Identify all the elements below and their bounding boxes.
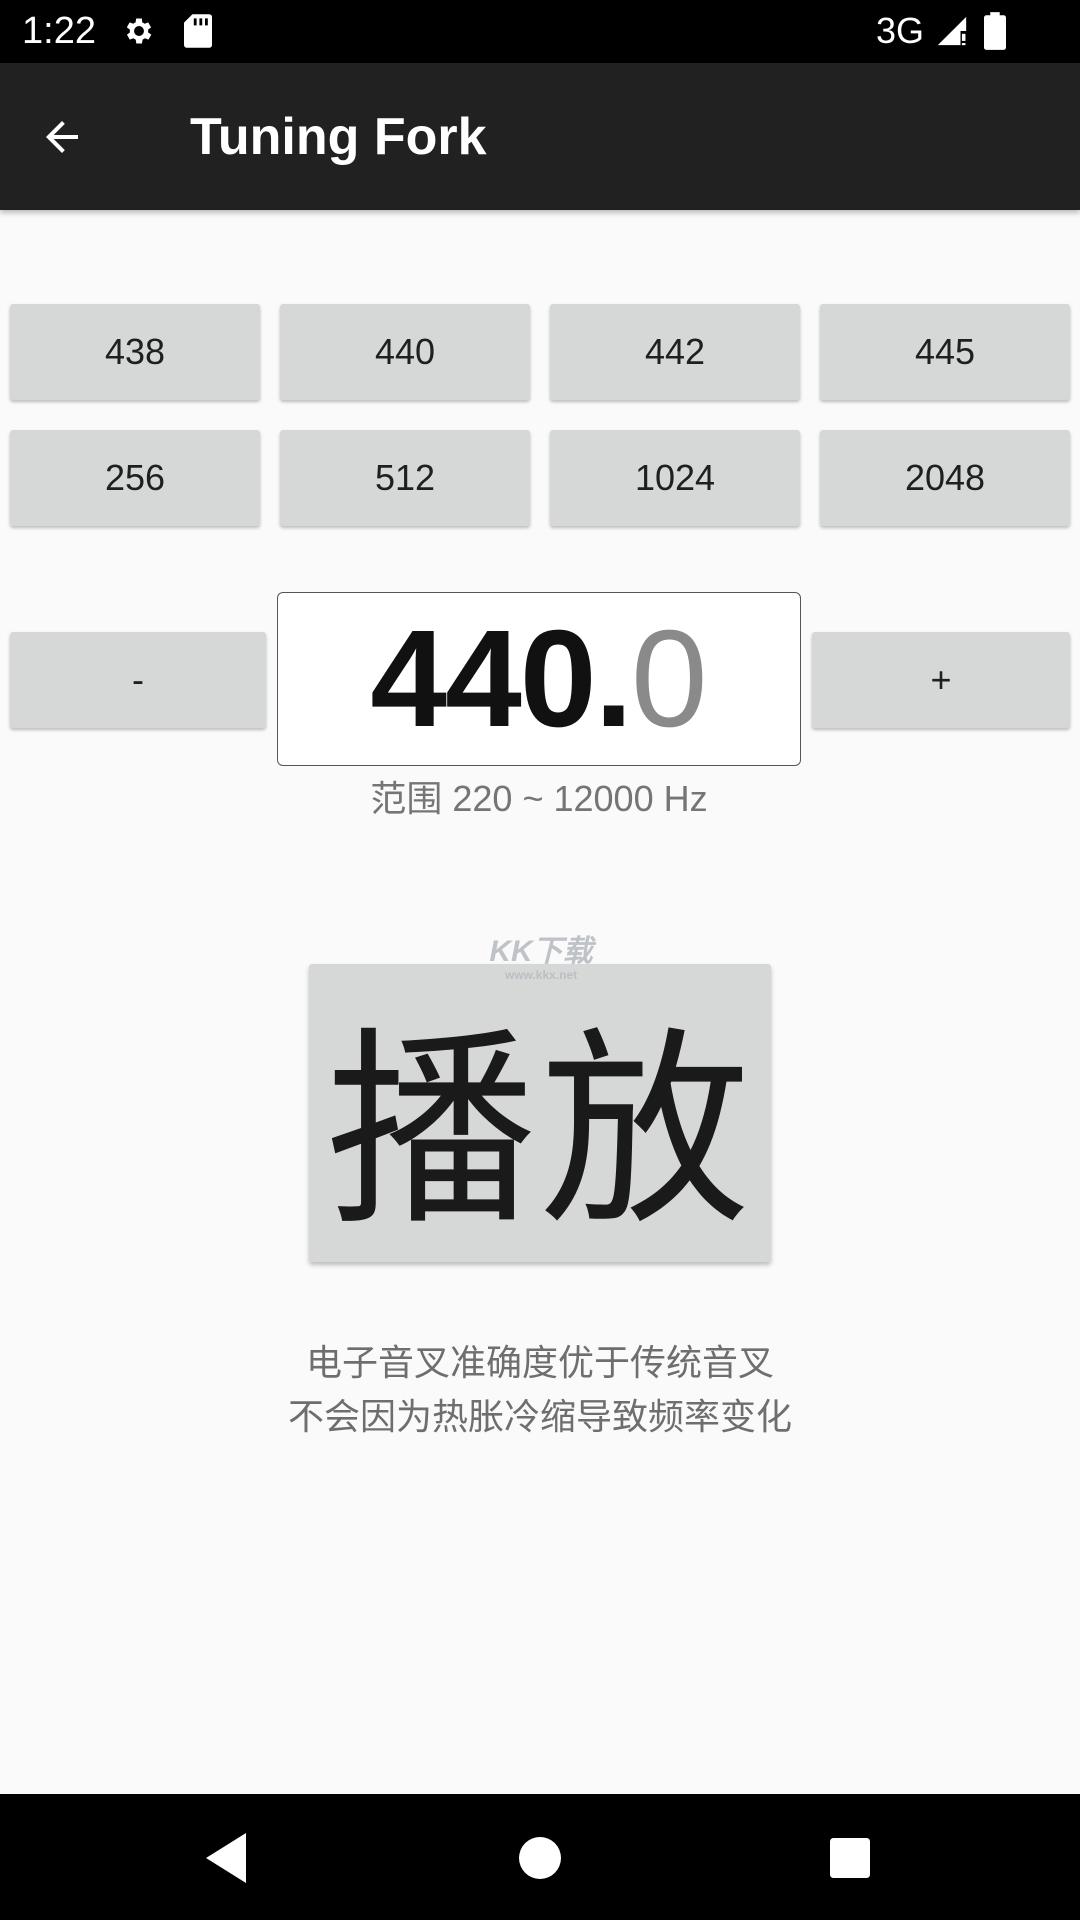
preset-button-440[interactable]: 440 (280, 304, 530, 400)
preset-button-256[interactable]: 256 (10, 430, 260, 526)
app-bar: Tuning Fork (0, 63, 1080, 210)
arrow-back-icon (46, 121, 78, 153)
watermark: KK下载 www.kkx.net (486, 935, 596, 983)
frequency-decimal: 0 (630, 602, 708, 756)
back-triangle-icon (206, 1833, 246, 1883)
decrease-button[interactable]: - (10, 632, 266, 728)
frequency-integer: 440. (370, 602, 633, 756)
status-time: 1:22 (22, 10, 96, 52)
signal-icon (937, 16, 967, 46)
battery-icon (984, 12, 1006, 50)
preset-button-512[interactable]: 512 (280, 430, 530, 526)
nav-recents-button[interactable] (810, 1818, 890, 1898)
back-button[interactable] (30, 105, 94, 169)
frequency-range-text: 范围 220 ~ 12000 Hz (370, 778, 708, 819)
preset-button-2048[interactable]: 2048 (820, 430, 1070, 526)
preset-button-442[interactable]: 442 (550, 304, 800, 400)
nav-home-button[interactable] (500, 1818, 580, 1898)
description-line-1: 电子音叉准确度优于传统音叉 (305, 1343, 774, 1384)
status-bar: 1:22 3G (0, 0, 1080, 63)
preset-button-438[interactable]: 438 (10, 304, 260, 400)
sd-card-icon (184, 14, 212, 48)
preset-button-1024[interactable]: 1024 (550, 430, 800, 526)
screen: 1:22 3G Tuning Fork 438 440 442 445 256 … (0, 0, 1080, 1920)
page-title: Tuning Fork (190, 108, 487, 166)
watermark-logo: KK下载 (489, 935, 593, 968)
home-circle-icon (519, 1837, 561, 1879)
preset-button-445[interactable]: 445 (820, 304, 1070, 400)
nav-back-button[interactable] (186, 1818, 266, 1898)
increase-button[interactable]: + (812, 632, 1070, 728)
recents-square-icon (830, 1838, 870, 1878)
frequency-display[interactable]: 440. 0 (277, 592, 801, 766)
play-button[interactable]: 播放 (309, 964, 771, 1262)
watermark-url: www.kkx.net (504, 968, 578, 982)
navigation-bar (0, 1794, 1080, 1920)
network-type: 3G (876, 10, 925, 51)
description-line-2: 不会因为热胀冷缩导致频率变化 (287, 1397, 792, 1438)
settings-icon (126, 18, 152, 44)
